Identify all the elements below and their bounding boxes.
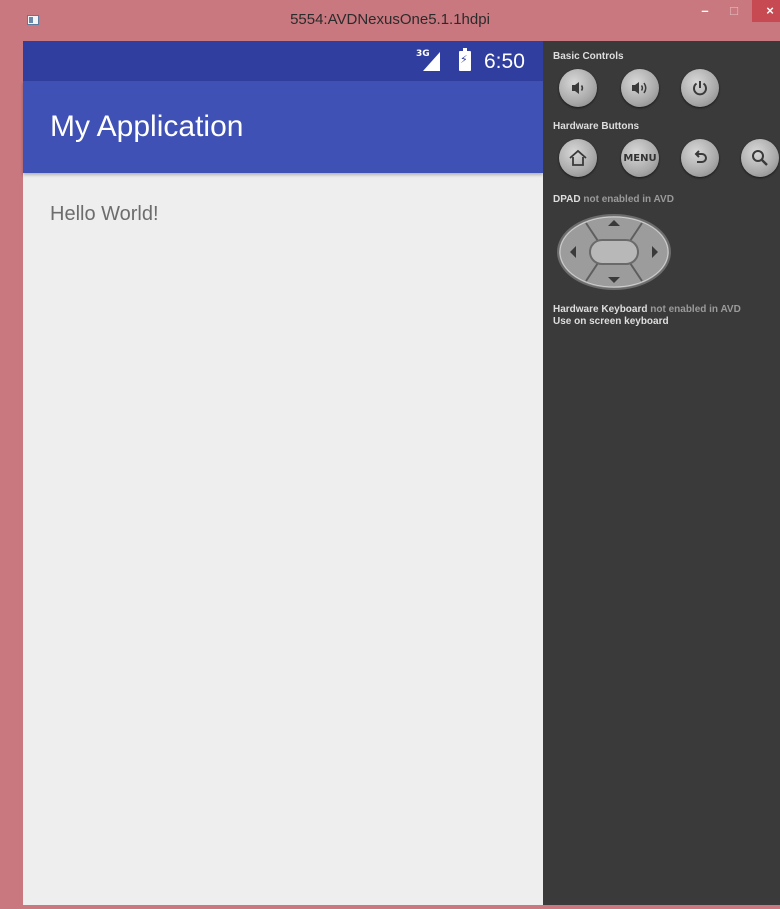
battery-charging-icon: [459, 48, 471, 71]
dpad-label-text: DPAD: [553, 194, 581, 205]
dpad-control[interactable]: [556, 213, 672, 291]
status-clock: 6:50: [484, 50, 525, 73]
power-icon: [693, 81, 707, 96]
emulator-controls-panel: Basic Controls Hardware Buttons MENU DPA…: [543, 41, 780, 905]
signal-strength-icon: [423, 52, 440, 71]
minimize-button[interactable]: –: [693, 0, 717, 22]
home-button[interactable]: [559, 139, 597, 177]
volume-down-icon: [572, 82, 584, 94]
maximize-button[interactable]: □: [722, 0, 746, 22]
menu-button-label: MENU: [623, 152, 657, 164]
back-button[interactable]: [681, 139, 719, 177]
basic-controls-label: Basic Controls: [553, 51, 624, 62]
dpad-status-note: not enabled in AVD: [583, 194, 674, 205]
volume-up-icon: [632, 82, 647, 94]
volume-up-button[interactable]: [621, 69, 659, 107]
keyboard-status-note: not enabled in AVD: [650, 304, 741, 315]
device-screen[interactable]: 3G 6:50 My Application Hello World!: [23, 41, 543, 905]
volume-down-button[interactable]: [559, 69, 597, 107]
emulator-window: 5554:AVDNexusOne5.1.1hdpi – □ × 3G 6:50 …: [0, 0, 780, 909]
title-bar[interactable]: 5554:AVDNexusOne5.1.1hdpi – □ ×: [0, 0, 780, 41]
hardware-keyboard-label: Hardware Keyboard not enabled in AVD: [553, 304, 741, 315]
search-icon: [752, 150, 768, 166]
close-button[interactable]: ×: [752, 0, 780, 22]
app-bar: My Application: [23, 81, 543, 173]
status-bar: 3G 6:50: [23, 41, 543, 81]
dpad-label: DPAD not enabled in AVD: [553, 194, 674, 205]
app-title: My Application: [50, 110, 244, 143]
power-button[interactable]: [681, 69, 719, 107]
back-icon: [694, 150, 707, 163]
window-title: 5554:AVDNexusOne5.1.1hdpi: [290, 11, 490, 28]
hardware-buttons-label: Hardware Buttons: [553, 121, 640, 132]
search-button[interactable]: [741, 139, 779, 177]
home-icon: [569, 149, 587, 166]
keyboard-label-text: Hardware Keyboard: [553, 304, 648, 315]
onscreen-keyboard-label: Use on screen keyboard: [553, 316, 669, 327]
hello-world-text: Hello World!: [50, 203, 159, 225]
menu-button[interactable]: MENU: [621, 139, 659, 177]
